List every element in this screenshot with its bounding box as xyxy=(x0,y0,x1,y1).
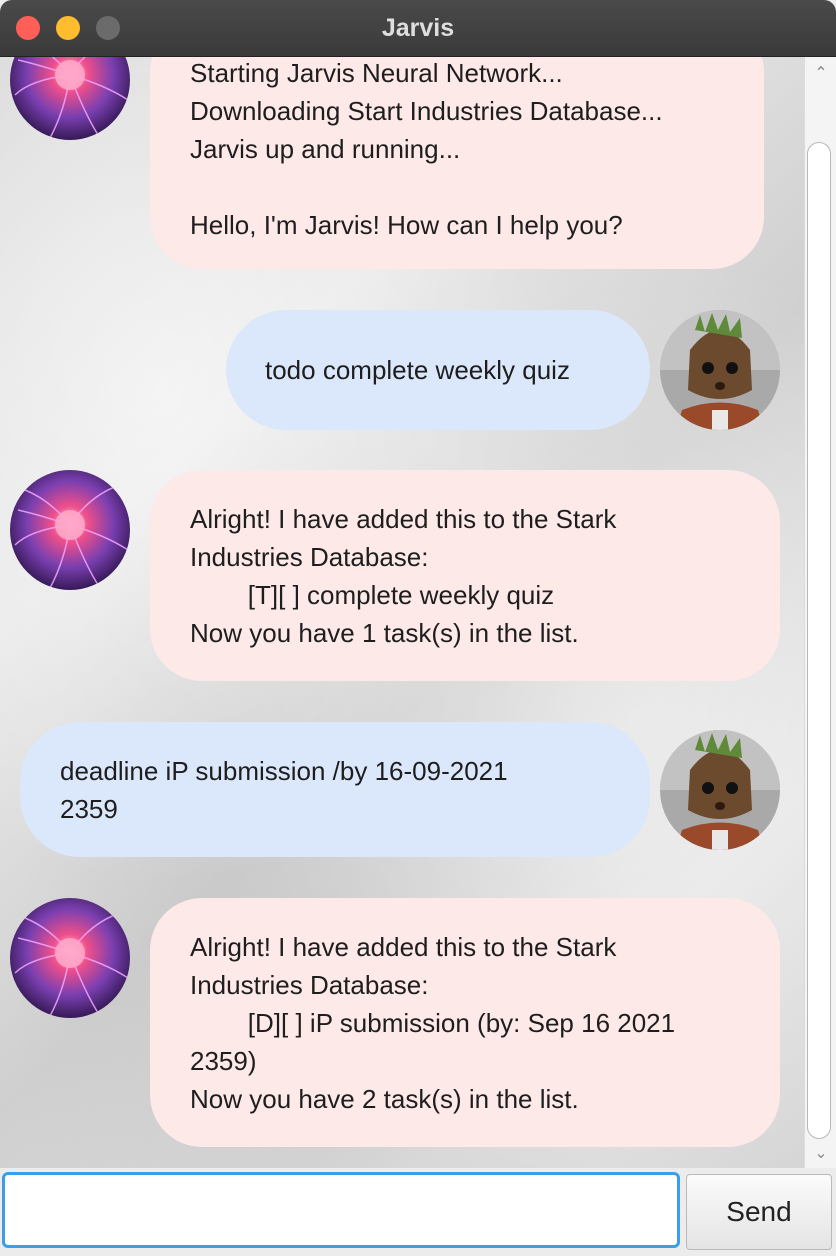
chevron-up-icon[interactable]: ⌃ xyxy=(805,59,836,87)
message-input[interactable] xyxy=(2,1172,680,1248)
plasma-ball-avatar xyxy=(10,898,130,1018)
user-message-bubble: deadline iP submission /by 16-09-2021 23… xyxy=(20,722,650,857)
bot-message-bubble: Alright! I have added this to the Stark … xyxy=(150,470,780,681)
send-button[interactable]: Send xyxy=(686,1174,832,1250)
plasma-ball-avatar xyxy=(10,470,130,590)
groot-avatar xyxy=(660,310,780,430)
plasma-ball-avatar xyxy=(10,57,130,140)
bot-message-bubble: Alright! I have added this to the Stark … xyxy=(150,898,780,1147)
title-bar: Jarvis xyxy=(0,0,836,57)
window-title: Jarvis xyxy=(381,14,455,42)
bot-message-bubble: Starting Jarvis Neural Network... Downlo… xyxy=(150,57,764,269)
vertical-scrollbar[interactable]: ⌃ ⌄ xyxy=(804,57,836,1168)
chat-scroll-area[interactable]: Starting Jarvis Neural Network... Downlo… xyxy=(0,57,804,1168)
input-bar: Send xyxy=(0,1168,836,1256)
scrollbar-thumb[interactable] xyxy=(807,142,831,1139)
user-message-bubble: todo complete weekly quiz xyxy=(226,310,650,430)
chevron-down-icon[interactable]: ⌄ xyxy=(805,1139,836,1167)
app-window: Jarvis Starting Jarvis Neural Network...… xyxy=(0,0,836,1256)
groot-avatar xyxy=(660,730,780,850)
